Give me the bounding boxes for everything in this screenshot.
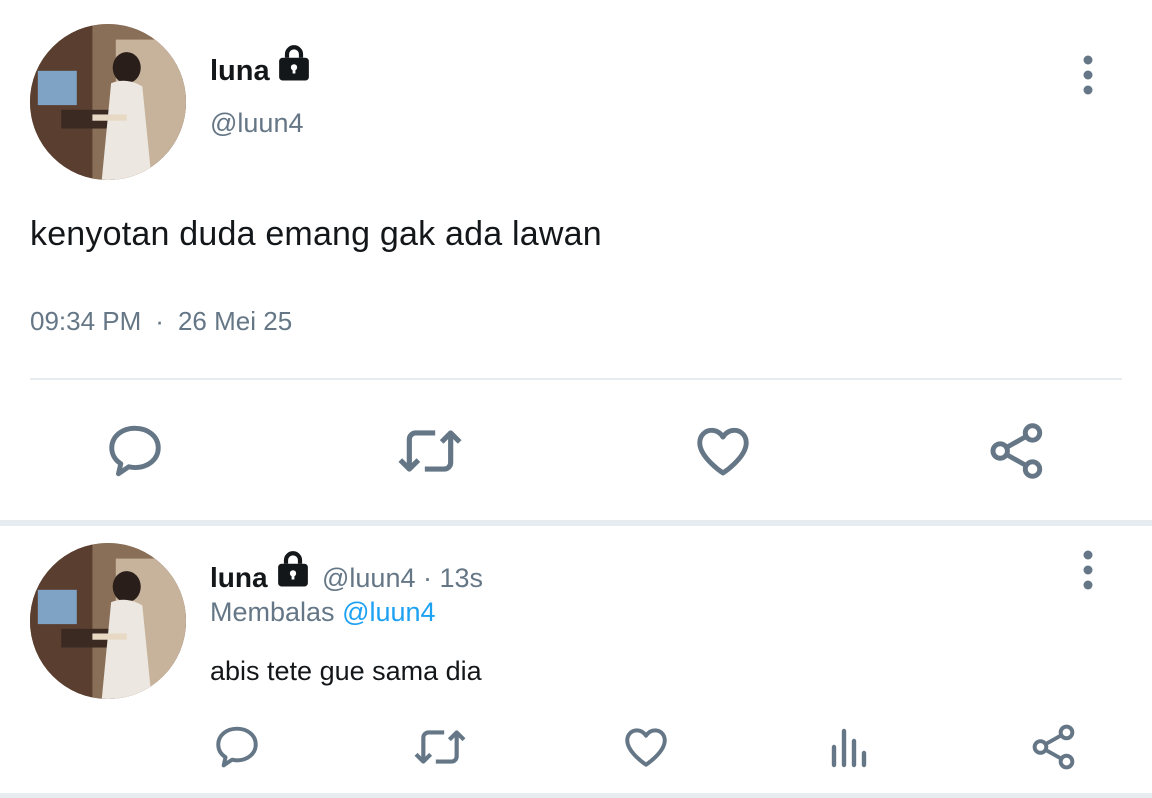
more-vertical-icon[interactable]: [1070, 550, 1106, 590]
replying-to: Membalas @luun4: [210, 597, 436, 628]
like-icon[interactable]: [691, 420, 755, 482]
share-icon[interactable]: [1028, 722, 1080, 772]
bottom-divider: [0, 793, 1152, 798]
like-icon[interactable]: [620, 722, 672, 772]
tweet-date: 26 Mei 25: [177, 306, 293, 336]
tweet-time: 09:34 PM: [30, 306, 142, 336]
retweet-icon[interactable]: [412, 722, 468, 772]
reply-icon[interactable]: [104, 420, 166, 482]
avatar[interactable]: [30, 543, 186, 699]
display-name[interactable]: luna: [210, 562, 268, 594]
divider: [30, 378, 1122, 380]
lock-icon: [278, 551, 308, 587]
display-name[interactable]: luna: [210, 55, 270, 88]
reply-icon[interactable]: [212, 722, 262, 772]
more-vertical-icon[interactable]: [1070, 55, 1106, 95]
handle[interactable]: @luun4: [210, 108, 303, 139]
tweet-meta: 09:34 PM · 26 Mei 25: [30, 306, 292, 337]
lock-icon: [279, 45, 309, 81]
replying-label: Membalas: [210, 597, 335, 627]
tweet-text: abis tete gue sama dia: [210, 656, 482, 686]
views-icon[interactable]: [826, 722, 874, 772]
section-divider: [0, 520, 1152, 526]
share-icon[interactable]: [986, 420, 1048, 482]
avatar[interactable]: [30, 24, 186, 180]
tweet-text: kenyotan duda emang gak ada lawan: [30, 215, 602, 253]
retweet-icon[interactable]: [396, 420, 464, 482]
mention-link[interactable]: @luun4: [342, 597, 435, 627]
meta-separator: ·: [155, 306, 164, 336]
handle-and-time[interactable]: @luun4 · 13s: [322, 563, 483, 594]
